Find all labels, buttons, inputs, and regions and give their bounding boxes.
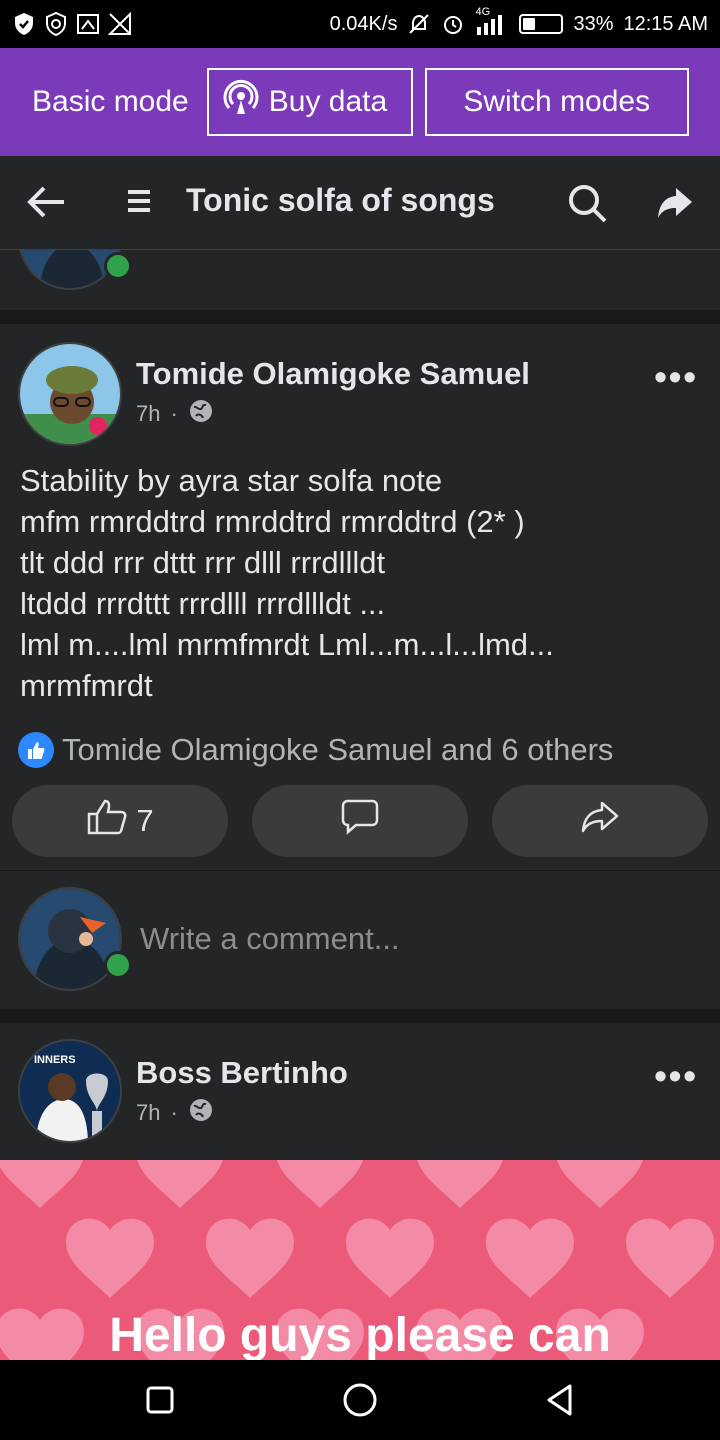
post-card: INNERS Boss Bertinho 7h · ••• Hello guys… <box>0 1023 720 1360</box>
menu-icon[interactable] <box>126 186 154 221</box>
mute-bell-icon <box>407 12 431 36</box>
share-button[interactable] <box>492 785 708 857</box>
battery-fill <box>523 18 536 30</box>
author-avatar[interactable]: INNERS <box>18 1039 122 1143</box>
no-signal-icon <box>108 12 132 36</box>
post-line: mrmfmrdt <box>20 668 153 703</box>
comment-input[interactable]: Write a comment... <box>140 921 400 957</box>
post-image[interactable]: Hello guys please can <box>0 1160 720 1360</box>
post-time: 7h <box>136 1100 161 1125</box>
meta-separator: · <box>170 1100 178 1125</box>
post-time: 7h <box>136 401 161 426</box>
broadcast-icon <box>221 78 261 126</box>
status-bar: 0.04K/s 4G 33% 12:15 AM <box>0 0 720 48</box>
reactions-text: Tomide Olamigoke Samuel and 6 others <box>62 732 614 767</box>
post-author[interactable]: Tomide Olamigoke Samuel <box>136 356 530 392</box>
network-type: 4G <box>475 6 491 18</box>
post-options-icon[interactable]: ••• <box>654 1055 698 1097</box>
vpn-shield-icon <box>44 12 68 36</box>
comment-composer: Write a comment... <box>0 871 720 1009</box>
clock: 12:15 AM <box>623 12 708 35</box>
post-line: ltddd rrrdttt rrrdlll rrrdllldt ... <box>20 586 386 621</box>
home-button[interactable] <box>340 1380 380 1420</box>
post-line: Stability by ayra star solfa note <box>20 463 443 498</box>
square-icon <box>146 1386 174 1414</box>
share-icon[interactable] <box>656 184 694 225</box>
post-meta: 7h · <box>136 398 214 430</box>
back-button[interactable] <box>540 1380 580 1420</box>
network-speed: 0.04K/s <box>329 12 398 35</box>
switch-modes-label: Switch modes <box>463 85 651 118</box>
back-arrow-icon[interactable] <box>26 182 68 227</box>
comment-icon <box>340 798 380 844</box>
screenshot-icon <box>76 12 100 36</box>
signal-icon: 4G <box>475 6 509 36</box>
like-reaction-icon <box>18 732 54 768</box>
online-status-dot <box>104 252 132 280</box>
shield-icon <box>12 12 36 36</box>
post-line: mfm rmrddtrd rmrddtrd rmrddtrd (2* ) <box>20 504 525 539</box>
post-author[interactable]: Boss Bertinho <box>136 1055 348 1091</box>
post-body: Stability by ayra star solfa note mfm rm… <box>20 460 710 706</box>
globe-icon <box>188 398 214 430</box>
circle-icon <box>343 1383 377 1417</box>
post-meta: 7h · <box>136 1097 214 1129</box>
search-icon[interactable] <box>566 182 608 229</box>
battery-icon <box>519 14 564 34</box>
page-title: Tonic solfa of songs <box>186 182 495 218</box>
reactions-summary[interactable]: Tomide Olamigoke Samuel and 6 others <box>18 732 613 768</box>
group-header: Tonic solfa of songs <box>0 156 720 250</box>
triangle-back-icon <box>547 1384 572 1416</box>
my-avatar <box>18 887 122 991</box>
basic-mode-label: Basic mode <box>32 85 189 118</box>
comment-button[interactable] <box>252 785 468 857</box>
author-avatar[interactable] <box>18 342 122 446</box>
thumbs-up-icon <box>86 798 128 844</box>
like-count: 7 <box>136 803 154 838</box>
avatar-text: INNERS <box>34 1054 76 1066</box>
battery-percent: 33% <box>573 12 614 35</box>
globe-icon <box>188 1097 214 1129</box>
recents-button[interactable] <box>140 1380 180 1420</box>
previous-post-fragment <box>0 250 720 310</box>
post-actions: 7 <box>12 785 708 857</box>
online-status-dot <box>104 951 132 979</box>
switch-modes-button[interactable]: Switch modes <box>424 68 689 136</box>
alarm-icon <box>441 12 465 36</box>
feed[interactable]: Tomide Olamigoke Samuel 7h · ••• Stabili… <box>0 250 720 1360</box>
post-line: tlt ddd rrr dttt rrr dlll rrrdllldt <box>20 545 386 580</box>
like-button[interactable]: 7 <box>12 785 228 857</box>
buy-data-label: Buy data <box>268 85 388 118</box>
post-line: lml m....lml mrmfmrdt Lml...m...l...lmd.… <box>20 627 554 662</box>
post-card: Tomide Olamigoke Samuel 7h · ••• Stabili… <box>0 324 720 870</box>
system-nav-bar <box>0 1360 720 1440</box>
buy-data-button[interactable]: Buy data <box>206 68 413 136</box>
mode-bar: Basic mode Buy data Switch modes <box>0 48 720 156</box>
image-caption: Hello guys please can <box>109 1309 611 1360</box>
meta-separator: · <box>170 401 178 426</box>
share-arrow-icon <box>580 799 620 843</box>
post-options-icon[interactable]: ••• <box>654 356 698 398</box>
